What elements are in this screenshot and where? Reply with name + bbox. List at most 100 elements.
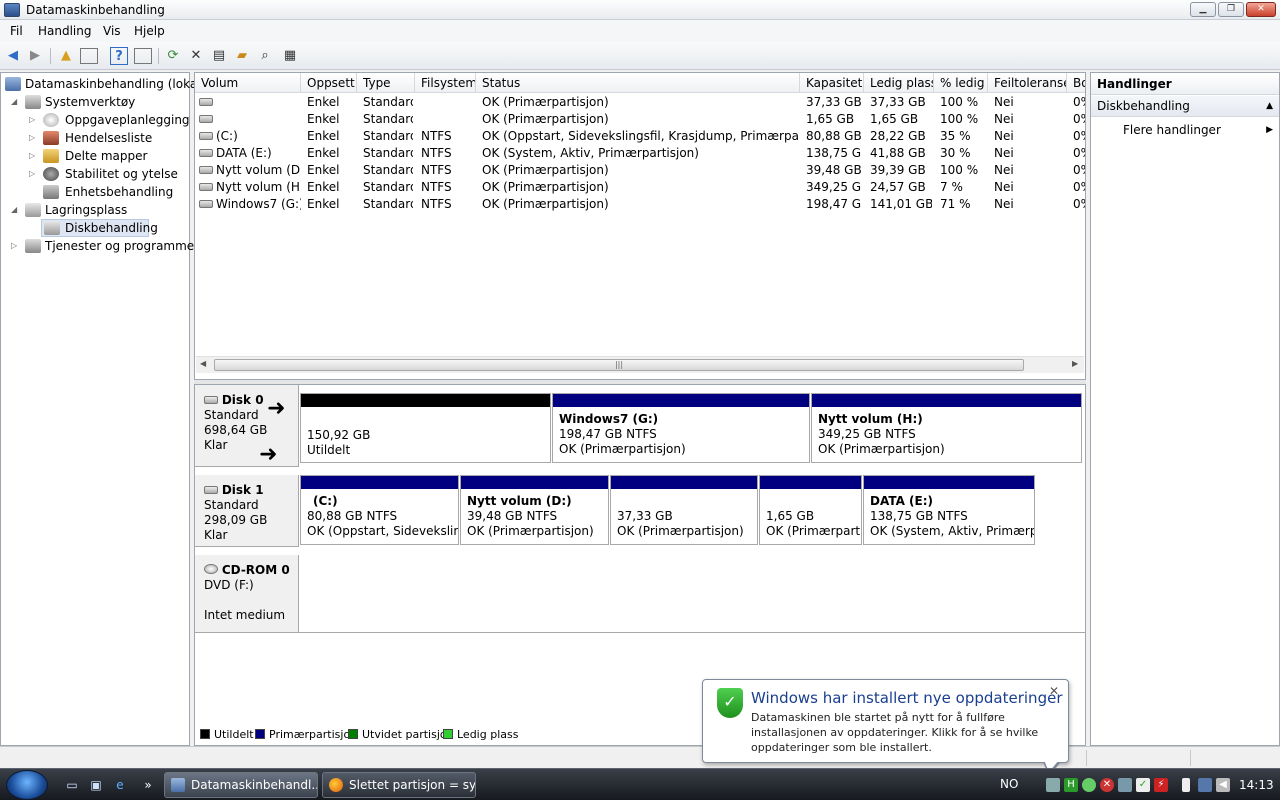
tree-item-task-scheduler[interactable]: ▷ Oppgaveplanlegging	[29, 111, 190, 129]
partition-color-bar	[812, 394, 1081, 407]
tree-item-shared-folders[interactable]: ▷ Delte mapper	[29, 147, 189, 165]
partition-color-bar	[301, 394, 550, 407]
start-button[interactable]	[6, 770, 48, 800]
disk0-partition-unallocated[interactable]: 150,92 GB Utildelt	[300, 393, 551, 463]
back-icon[interactable]: ◀	[4, 47, 22, 65]
tree-item-event-viewer[interactable]: ▷ Hendelsesliste	[29, 129, 189, 147]
tree-item-reliability[interactable]: ▷ Stabilitet og ytelse	[29, 165, 189, 183]
column-header[interactable]: Oppsett	[301, 73, 357, 93]
expand-icon[interactable]: ▷	[29, 147, 35, 165]
menu-view[interactable]: Vis	[103, 24, 121, 38]
disk1-partition-1gb[interactable]: 1,65 GB OK (Primærpartisjon)	[759, 475, 862, 545]
partition-size: 150,92 GB	[307, 428, 371, 442]
language-indicator[interactable]: NO	[1000, 777, 1018, 791]
tree-item-system-tools[interactable]: ◢ Systemverktøy	[11, 93, 181, 111]
table-row[interactable]: Windows7 (G:) Enkel Standard NTFS OK (Primær…	[195, 196, 1085, 213]
table-row[interactable]: DATA (E:) Enkel Standard NTFS OK (System, Ak…	[195, 145, 1085, 162]
disk1-info[interactable]: Disk 1 Standard 298,09 GB Klar	[195, 475, 299, 547]
table-row[interactable]: Enkel Standard OK (Primærpartisjon) 37,33 G…	[195, 94, 1085, 111]
tree-item-services[interactable]: ▷ Tjenester og programmer	[11, 237, 199, 255]
scroll-left-icon[interactable]: ◀	[200, 359, 206, 368]
clock[interactable]: 14:13	[1239, 778, 1274, 792]
title-bar: Datamaskinbehandling ▁ ❐ ✕	[0, 0, 1280, 20]
tray-app-icon[interactable]: H	[1064, 778, 1078, 792]
taskbar-button-label: Slettet partisjon = sy...	[349, 778, 476, 792]
disk1-partition-c[interactable]: (C:) 80,88 GB NTFS OK (Oppstart, Sidevek…	[300, 475, 459, 545]
expand-icon[interactable]: ▷	[29, 111, 35, 129]
properties-icon[interactable]: ▤	[210, 47, 228, 65]
table-row[interactable]: Enkel Standard OK (Primærpartisjon) 1,65 GB…	[195, 111, 1085, 128]
table-row[interactable]: (C:) Enkel Standard NTFS OK (Oppstart, Sidev…	[195, 128, 1085, 145]
table-row[interactable]: Nytt volum (H:) Enkel Standard NTFS OK (Prim…	[195, 179, 1085, 196]
collapse-icon[interactable]: ◢	[11, 201, 17, 219]
menu-help[interactable]: Hjelp	[134, 24, 165, 38]
scroll-right-icon[interactable]: ▶	[1072, 359, 1078, 368]
security-shield-tray-icon[interactable]: ✓	[1136, 778, 1150, 792]
column-header[interactable]: Volum	[195, 73, 301, 93]
disk1-partition-37gb[interactable]: 37,33 GB OK (Primærpartisjon)	[610, 475, 758, 545]
column-header[interactable]: % ledig	[934, 73, 988, 93]
expand-icon[interactable]: ▷	[29, 165, 35, 183]
menu-file[interactable]: Fil	[10, 24, 23, 38]
up-folder-icon[interactable]: ▲	[57, 47, 75, 65]
tray-app-icon[interactable]	[1082, 778, 1096, 792]
collapse-icon[interactable]: ▲	[1266, 96, 1273, 117]
search-icon[interactable]: ⌕	[256, 47, 274, 65]
cdrom0-type: DVD (F:)	[204, 578, 254, 592]
antivirus-tray-icon[interactable]: ⚡	[1154, 778, 1168, 792]
taskbar-button-firefox[interactable]: Slettet partisjon = sy...	[322, 772, 476, 798]
quicklaunch-more-icon[interactable]: »	[140, 777, 156, 793]
minimize-button[interactable]: ▁	[1190, 2, 1216, 17]
open-icon[interactable]: ▰	[233, 47, 251, 65]
battery-tray-icon[interactable]	[1182, 778, 1190, 792]
switch-windows-icon[interactable]: ▣	[88, 777, 104, 793]
tray-app-icon[interactable]: ✕	[1100, 778, 1114, 792]
network-tray-icon[interactable]	[1046, 778, 1060, 792]
tray-app-icon[interactable]	[1118, 778, 1132, 792]
show-desktop-icon[interactable]: ▭	[64, 777, 80, 793]
horizontal-scrollbar[interactable]: ◀ ||| ▶	[196, 356, 1084, 373]
column-header[interactable]: Kapasitet	[800, 73, 864, 93]
column-header[interactable]: Ledig plass	[864, 73, 934, 93]
actions-section-disk-management[interactable]: Diskbehandling ▲	[1091, 96, 1279, 117]
show-hide-action-pane-icon[interactable]	[134, 48, 152, 64]
delete-icon[interactable]: ✕	[187, 47, 205, 65]
refresh-icon[interactable]: ⟳	[164, 47, 182, 65]
taskbar-button-computer-management[interactable]: Datamaskinbehandl...	[164, 772, 318, 798]
column-header[interactable]: Status	[476, 73, 800, 93]
partition-color-bar	[301, 476, 458, 489]
internet-explorer-icon[interactable]: e	[112, 777, 128, 793]
tree-item-disk-management[interactable]: Diskbehandling	[41, 219, 158, 237]
column-header[interactable]: Feiltoleranse	[988, 73, 1067, 93]
column-header[interactable]: Bo	[1067, 73, 1085, 93]
expand-icon[interactable]: ▷	[11, 237, 17, 255]
column-header[interactable]: Type	[357, 73, 415, 93]
scroll-thumb[interactable]: |||	[214, 359, 1024, 371]
disk1-partition-data-e[interactable]: DATA (E:) 138,75 GB NTFS OK (System, Akt…	[863, 475, 1035, 545]
settings-icon[interactable]: ▦	[281, 47, 299, 65]
help-icon[interactable]: ?	[110, 47, 128, 65]
disk1-partition-nytt-volum-d[interactable]: Nytt volum (D:) 39,48 GB NTFS OK (Primær…	[460, 475, 609, 545]
maximize-button[interactable]: ❐	[1218, 2, 1244, 17]
column-header[interactable]: Filsystem	[415, 73, 476, 93]
table-row[interactable]: Nytt volum (D:) Enkel Standard NTFS OK (Prim…	[195, 162, 1085, 179]
close-notification-icon[interactable]: ✕	[1049, 684, 1059, 698]
table-cell: 0%	[1073, 112, 1085, 126]
tree-item-storage[interactable]: ◢ Lagringsplass	[11, 201, 181, 219]
close-button[interactable]: ✕	[1246, 2, 1276, 17]
update-notification-balloon[interactable]: ✓ Windows har installert nye oppdatering…	[702, 679, 1069, 776]
disk0-partition-nytt-volum-h[interactable]: Nytt volum (H:) 349,25 GB NTFS OK (Primæ…	[811, 393, 1082, 463]
partition-status: OK (Primærpartisjon)	[617, 524, 744, 538]
tree-item-device-manager[interactable]: Enhetsbehandling	[29, 183, 189, 201]
network-connection-tray-icon[interactable]	[1198, 778, 1212, 792]
table-cell: Enkel	[307, 129, 340, 143]
volume-tray-icon[interactable]: ◀	[1216, 778, 1230, 792]
forward-icon[interactable]: ▶	[26, 47, 44, 65]
cdrom0-info[interactable]: CD-ROM 0 DVD (F:) Intet medium	[195, 555, 299, 633]
menu-action[interactable]: Handling	[38, 24, 92, 38]
show-hide-tree-icon[interactable]	[80, 48, 98, 64]
collapse-icon[interactable]: ◢	[11, 93, 17, 111]
disk0-partition-windows7[interactable]: Windows7 (G:) 198,47 GB NTFS OK (Primærp…	[552, 393, 810, 463]
expand-icon[interactable]: ▷	[29, 129, 35, 147]
more-actions-item[interactable]: Flere handlinger ▶	[1091, 120, 1279, 141]
